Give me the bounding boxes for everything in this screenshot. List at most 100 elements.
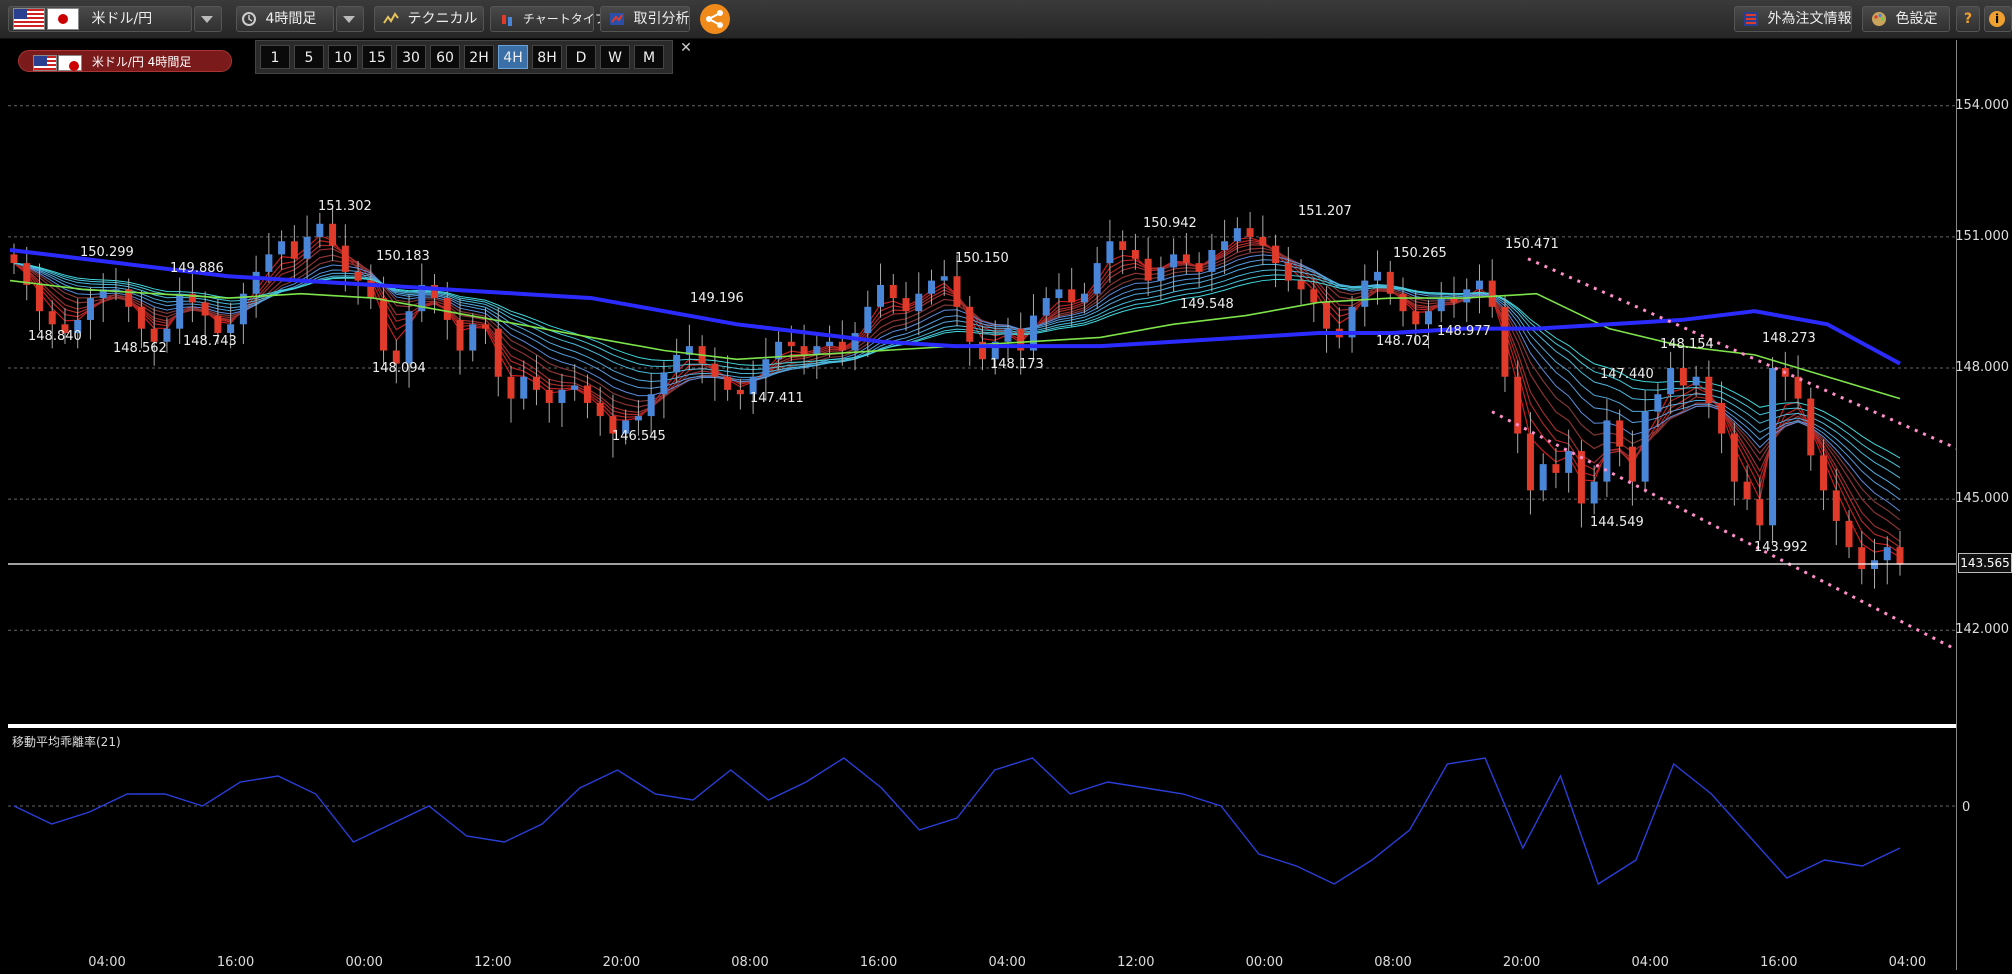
candle-body xyxy=(1182,254,1190,264)
candle-body xyxy=(1425,311,1432,325)
candle-body xyxy=(966,306,974,342)
candle-body xyxy=(278,241,286,255)
timeframe-button-d[interactable]: D xyxy=(566,45,596,69)
candle-body xyxy=(1526,433,1534,491)
time-axis-label: 16:00 xyxy=(216,955,255,970)
japan-flag-icon xyxy=(58,54,82,71)
candle-body xyxy=(826,341,834,347)
timeframe-button-60[interactable]: 60 xyxy=(430,45,460,69)
price-axis-label: 142.000 xyxy=(1955,622,2009,638)
candle-body xyxy=(928,280,936,294)
candle-body xyxy=(1871,560,1879,570)
candle-body xyxy=(1488,280,1496,307)
candle-body xyxy=(851,333,859,351)
candle-body xyxy=(1208,250,1216,272)
candle-body xyxy=(1437,298,1445,312)
candle-body xyxy=(201,302,209,316)
price-annotation: 148.094 xyxy=(372,361,426,376)
indicator-zero-label: 0 xyxy=(1962,800,1971,815)
time-axis-label: 12:00 xyxy=(1117,955,1155,970)
price-annotation: 150.471 xyxy=(1505,237,1559,252)
time-axis-label: 08:00 xyxy=(1374,955,1412,970)
price-annotation: 146.545 xyxy=(612,429,666,444)
candle-body xyxy=(1131,250,1139,259)
price-annotation: 150.942 xyxy=(1143,216,1197,231)
timeframe-button-30[interactable]: 30 xyxy=(396,45,426,69)
candle-body xyxy=(48,311,56,325)
candle-body xyxy=(380,298,388,351)
candle-body xyxy=(303,236,311,259)
candle-body xyxy=(1055,289,1063,299)
candle-body xyxy=(1539,464,1547,491)
candle-body xyxy=(341,245,349,272)
price-annotation: 151.302 xyxy=(318,199,372,214)
time-axis-label: 20:00 xyxy=(1502,955,1541,970)
candle-body xyxy=(1042,298,1050,316)
candle-body xyxy=(571,385,579,390)
symbol-badge: 米ドル/円 4時間足 xyxy=(18,50,232,72)
timeframe-button-10[interactable]: 10 xyxy=(328,45,358,69)
candle-body xyxy=(762,359,770,377)
timeframe-button-2h[interactable]: 2H xyxy=(464,45,494,69)
candle-body xyxy=(1692,376,1700,386)
timeframe-button-8h[interactable]: 8H xyxy=(532,45,562,69)
price-annotation: 150.265 xyxy=(1393,246,1447,261)
candle-body xyxy=(940,276,948,281)
candle-body xyxy=(214,315,222,334)
price-annotation: 151.207 xyxy=(1298,204,1352,219)
price-annotation: 148.702 xyxy=(1376,334,1430,349)
candle-body xyxy=(532,376,540,390)
price-annotation: 148.743 xyxy=(183,334,237,349)
candle-body xyxy=(252,271,260,294)
price-axis-label: 151.000 xyxy=(1955,228,2009,244)
chart-canvas[interactable]: 148.840 150.299 148.562 149.886 148.743 151.3… xyxy=(0,0,2012,974)
candle-body xyxy=(405,311,413,364)
channel-lower-line xyxy=(1491,410,2012,680)
candle-body xyxy=(239,293,247,325)
price-annotation: 149.196 xyxy=(690,291,744,306)
candle-body xyxy=(1386,271,1394,294)
time-axis-label: 08:00 xyxy=(731,955,769,970)
candle-body xyxy=(1667,368,1675,395)
close-icon[interactable]: ✕ xyxy=(676,40,696,58)
time-axis-label: 04:00 xyxy=(88,955,126,970)
timeframe-button-4h[interactable]: 4H xyxy=(498,45,528,69)
candle-body xyxy=(864,306,872,334)
price-annotation: 147.411 xyxy=(750,391,804,406)
candle-body xyxy=(469,324,477,351)
price-annotation: 149.548 xyxy=(1180,297,1234,312)
price-annotation: 144.549 xyxy=(1590,515,1644,530)
candle-body xyxy=(1769,368,1777,526)
time-axis-label: 04:00 xyxy=(988,955,1026,970)
candle-body xyxy=(1080,293,1088,303)
price-axis-label: 148.000 xyxy=(1955,360,2009,375)
candle-body xyxy=(1068,289,1076,303)
candle-body xyxy=(1463,289,1471,303)
timeframe-button-15[interactable]: 15 xyxy=(362,45,392,69)
candle-body xyxy=(1170,254,1178,268)
us-flag-icon xyxy=(33,54,57,71)
timeframe-button-1[interactable]: 1 xyxy=(260,45,290,69)
timeframe-button-m[interactable]: M xyxy=(634,45,664,69)
candle-body xyxy=(1896,547,1904,565)
timeframe-button-5[interactable]: 5 xyxy=(294,45,324,69)
timeframe-button-w[interactable]: W xyxy=(600,45,630,69)
last-price-badge: 143.565 xyxy=(1958,552,2012,573)
candle-body xyxy=(902,298,910,312)
price-annotation: 148.840 xyxy=(28,329,82,344)
price-axis-label: 154.000 xyxy=(1955,97,2009,113)
candle-body xyxy=(1297,280,1305,290)
price-annotation: 150.150 xyxy=(955,251,1009,266)
candle-body xyxy=(1743,481,1751,500)
candle-body xyxy=(1654,394,1662,412)
candle-body xyxy=(1361,280,1369,307)
time-axis-label: 12:00 xyxy=(474,955,512,970)
candle-body xyxy=(889,284,897,299)
price-annotation: 143.992 xyxy=(1754,540,1808,555)
candle-body xyxy=(443,298,451,320)
candle-body xyxy=(1718,402,1726,434)
candle-body xyxy=(1832,490,1840,521)
candle-body xyxy=(545,389,553,403)
candle-body xyxy=(1501,306,1509,377)
candle-body xyxy=(1552,464,1560,473)
